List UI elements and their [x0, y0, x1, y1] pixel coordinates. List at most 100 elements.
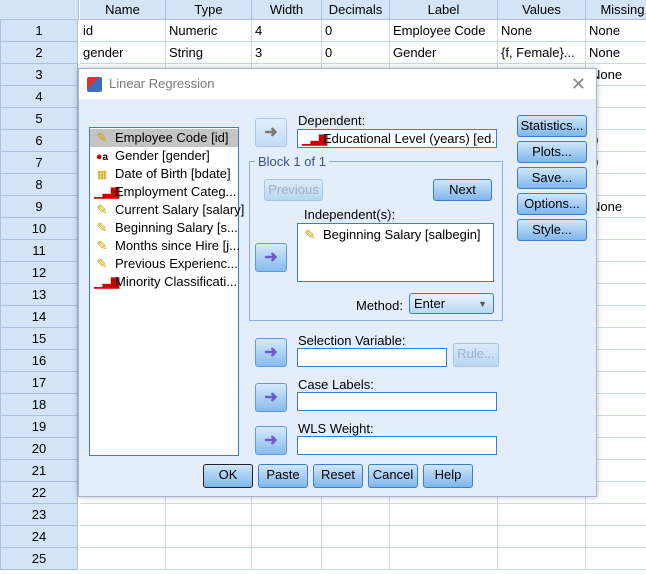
variable-item[interactable]: ✎ Months since Hire [j...	[90, 237, 240, 255]
grid-cell[interactable]: 0	[322, 42, 390, 64]
case-labels-move-button[interactable]: ➜	[255, 383, 287, 412]
grid-cell[interactable]: String	[166, 42, 252, 64]
dependent-field[interactable]: ▁▃▇Educational Level (years) [ed...	[297, 129, 497, 148]
row-header[interactable]: 13	[0, 284, 78, 306]
row-header[interactable]: 10	[0, 218, 78, 240]
row-header[interactable]: 5	[0, 108, 78, 130]
column-header[interactable]: Label	[390, 0, 498, 20]
grid-cell[interactable]: id	[80, 20, 166, 42]
grid-cell[interactable]	[252, 504, 322, 526]
column-header[interactable]: Type	[166, 0, 252, 20]
method-select[interactable]: Enter ▼	[409, 293, 494, 314]
variable-list[interactable]: ✎ Employee Code [id] ●a Gender [gender] ▦ Dat…	[89, 127, 245, 456]
row-header[interactable]: 1	[0, 20, 78, 42]
variable-item[interactable]: ✎ Previous Experienc...	[90, 255, 238, 273]
grid-cell[interactable]: 0	[322, 20, 390, 42]
grid-cell[interactable]	[498, 504, 586, 526]
column-header[interactable]: Values	[498, 0, 586, 20]
grid-cell[interactable]	[80, 504, 166, 526]
dialog-title-bar[interactable]: Linear Regression ✕	[79, 69, 596, 99]
row-header[interactable]: 6	[0, 130, 78, 152]
grid-cell[interactable]	[390, 548, 498, 570]
previous-button[interactable]: Previous	[264, 179, 323, 201]
row-header[interactable]: 14	[0, 306, 78, 328]
column-header[interactable]: Decimals	[322, 0, 390, 20]
independent-move-button[interactable]: ➜	[255, 243, 287, 272]
row-header[interactable]: 11	[0, 240, 78, 262]
grid-cell[interactable]: 4	[252, 20, 322, 42]
statistics-button[interactable]: Statistics...	[517, 115, 587, 137]
row-header[interactable]: 17	[0, 372, 78, 394]
grid-cell[interactable]	[322, 548, 390, 570]
grid-cell[interactable]	[166, 548, 252, 570]
grid-cell[interactable]: None	[586, 42, 646, 64]
grid-cell[interactable]	[586, 548, 646, 570]
row-header[interactable]: 8	[0, 174, 78, 196]
row-header[interactable]: 18	[0, 394, 78, 416]
wls-weight-field[interactable]	[297, 436, 497, 455]
grid-cell[interactable]	[322, 504, 390, 526]
grid-cell[interactable]	[252, 526, 322, 548]
help-button[interactable]: Help	[423, 464, 473, 488]
dependent-move-button[interactable]: ➜	[255, 118, 287, 147]
rule-button[interactable]: Rule...	[453, 343, 499, 367]
corner-cell[interactable]	[0, 0, 79, 20]
variable-item[interactable]: ✎ Employee Code [id]	[90, 129, 238, 147]
grid-cell[interactable]: None	[586, 20, 646, 42]
next-button[interactable]: Next	[433, 179, 492, 201]
wls-move-button[interactable]: ➜	[255, 426, 287, 455]
grid-cell[interactable]	[498, 526, 586, 548]
paste-button[interactable]: Paste	[258, 464, 308, 488]
row-header[interactable]: 24	[0, 526, 78, 548]
row-header[interactable]: 15	[0, 328, 78, 350]
grid-cell[interactable]	[586, 526, 646, 548]
variable-item[interactable]: ✎ Current Salary [salary]	[90, 201, 245, 219]
row-header[interactable]: 23	[0, 504, 78, 526]
row-header[interactable]: 19	[0, 416, 78, 438]
variable-item[interactable]: ▁▃▇Minority Classificati...	[90, 273, 238, 291]
variable-item[interactable]: ●a Gender [gender]	[90, 147, 238, 165]
cancel-button[interactable]: Cancel	[368, 464, 418, 488]
options-button[interactable]: Options...	[517, 193, 587, 215]
grid-cell[interactable]	[166, 526, 252, 548]
independent-item[interactable]: ✎ Beginning Salary [salbegin]	[298, 226, 493, 244]
row-header[interactable]: 21	[0, 460, 78, 482]
plots-button[interactable]: Plots...	[517, 141, 587, 163]
grid-cell[interactable]	[390, 526, 498, 548]
row-header[interactable]: 2	[0, 42, 78, 64]
save-button[interactable]: Save...	[517, 167, 587, 189]
column-header[interactable]: Name	[80, 0, 166, 20]
grid-cell[interactable]	[166, 504, 252, 526]
ok-button[interactable]: OK	[203, 464, 253, 488]
grid-cell[interactable]: 3	[252, 42, 322, 64]
grid-cell[interactable]: {f, Female}...	[498, 42, 586, 64]
grid-cell[interactable]	[498, 548, 586, 570]
row-header[interactable]: 4	[0, 86, 78, 108]
column-header[interactable]: Missing	[586, 0, 646, 20]
independent-list[interactable]: ✎ Beginning Salary [salbegin]	[297, 223, 494, 282]
variable-item[interactable]: ▁▃▇Employment Categ...	[90, 183, 238, 201]
style-button[interactable]: Style...	[517, 219, 587, 241]
row-header[interactable]: 3	[0, 64, 78, 86]
variable-item[interactable]: ▦ Date of Birth [bdate]	[90, 165, 238, 183]
grid-cell[interactable]	[80, 548, 166, 570]
grid-cell[interactable]: Gender	[390, 42, 498, 64]
row-header[interactable]: 9	[0, 196, 78, 218]
close-icon[interactable]: ✕	[571, 69, 586, 99]
row-header[interactable]: 12	[0, 262, 78, 284]
row-header[interactable]: 22	[0, 482, 78, 504]
row-header[interactable]: 16	[0, 350, 78, 372]
grid-cell[interactable]: Numeric	[166, 20, 252, 42]
grid-cell[interactable]	[586, 504, 646, 526]
variable-item[interactable]: ✎ Beginning Salary [s...	[90, 219, 238, 237]
selection-variable-field[interactable]	[297, 348, 447, 367]
selection-move-button[interactable]: ➜	[255, 338, 287, 367]
grid-cell[interactable]	[252, 548, 322, 570]
grid-cell[interactable]: Employee Code	[390, 20, 498, 42]
grid-cell[interactable]	[322, 526, 390, 548]
grid-cell[interactable]: None	[498, 20, 586, 42]
column-header[interactable]: Width	[252, 0, 322, 20]
row-header[interactable]: 20	[0, 438, 78, 460]
grid-cell[interactable]	[390, 504, 498, 526]
grid-cell[interactable]	[80, 526, 166, 548]
